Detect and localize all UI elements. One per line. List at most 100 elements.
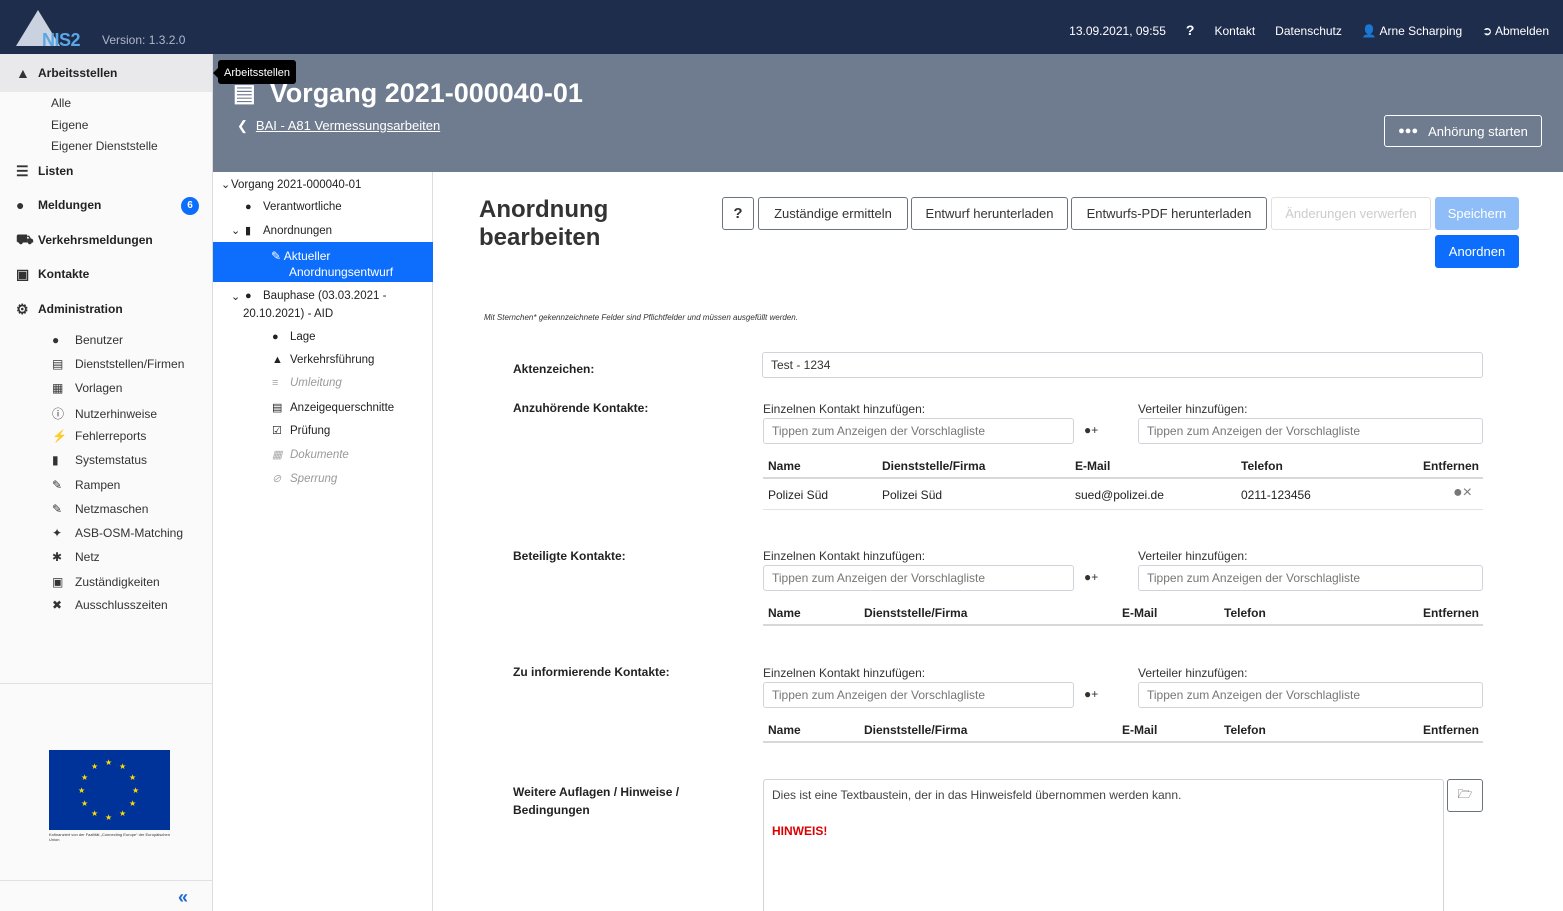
meldungen-count-badge: 6	[181, 197, 199, 215]
sidebar-item-arbeitsstellen[interactable]: ▲ Arbeitsstellen	[16, 63, 117, 83]
sidebar-item-label: Kontakte	[38, 267, 90, 281]
tree-node-verantwortliche[interactable]: ● Verantwortliche	[245, 201, 342, 213]
road-icon: ▲	[272, 354, 283, 366]
page-title-text: Vorgang 2021-000040-01	[269, 78, 583, 108]
sidebar-admin-rampen[interactable]: ✎ Rampen	[52, 478, 120, 492]
app-logo[interactable]: NIS2	[16, 10, 96, 50]
tree-node-pruefung[interactable]: ☑ Prüfung	[272, 424, 330, 438]
aktenzeichen-input[interactable]: Test - 1234	[762, 352, 1483, 378]
remove-user-icon[interactable]: ●×	[1453, 484, 1472, 502]
sidebar-item-verkehrsmeldungen[interactable]: ⛟ Verkehrsmeldungen	[16, 230, 153, 250]
sidebar-item-label: Netzmaschen	[75, 502, 149, 516]
user-menu[interactable]: 👤 Arne Scharping	[1362, 24, 1462, 38]
sidebar-admin-vorlagen[interactable]: ▦ Vorlagen	[52, 381, 122, 395]
tree-node-bauphase[interactable]: ⌄ ● Bauphase (03.03.2021 -	[231, 290, 386, 303]
tree-node-label: Lage	[290, 331, 316, 343]
speech-bubble-icon: ●	[16, 197, 25, 213]
add-user-icon[interactable]: ●+	[1084, 423, 1098, 437]
text-module-button[interactable]: 🗁	[1447, 779, 1483, 812]
chevron-down-icon: ⌄	[221, 179, 231, 191]
edit-icon: ✎	[271, 249, 282, 263]
eu-caption: Kofinanziert von der Fazilität „Connecti…	[49, 832, 170, 842]
sidebar-admin-ausschlusszeiten[interactable]: ✖ Ausschlusszeiten	[52, 598, 168, 612]
add-user-icon[interactable]: ●+	[1084, 687, 1098, 701]
anzuhoerende-distributor-input[interactable]: Tippen zum Anzeigen der Vorschlagliste	[1138, 418, 1483, 444]
download-draft-button[interactable]: Entwurf herunterladen	[911, 197, 1068, 230]
sidebar-admin-benutzer[interactable]: ● Benutzer	[52, 333, 123, 347]
sidebar-item-label: Ausschlusszeiten	[75, 598, 168, 612]
column-header: E-Mail	[1075, 459, 1111, 473]
discard-changes-button[interactable]: Änderungen verwerfen	[1271, 197, 1431, 230]
eu-star-icon: ★	[81, 773, 89, 782]
tree-node-anzeigequerschnitte[interactable]: ▤ Anzeigequerschnitte	[272, 401, 394, 415]
tree-node-anordnungen[interactable]: ⌄ ▮ Anordnungen	[231, 224, 332, 238]
user-name: Arne Scharping	[1379, 24, 1463, 38]
sidebar-divider	[0, 683, 212, 684]
auflagen-label-line1: Weitere Auflagen / Hinweise /	[513, 785, 680, 799]
tree-node-sperrung[interactable]: ⊘ Sperrung	[272, 472, 337, 486]
folder-open-icon: 🗁	[1457, 787, 1473, 801]
current-datetime: 13.09.2021, 09:55	[1069, 24, 1166, 38]
beteiligte-distributor-input[interactable]: Tippen zum Anzeigen der Vorschlagliste	[1138, 565, 1483, 591]
sidebar-subitem-alle[interactable]: Alle	[51, 96, 71, 110]
determine-responsibles-button[interactable]: Zuständige ermitteln	[758, 197, 908, 230]
tree-node-verkehrsfuehrung[interactable]: ▲ Verkehrsführung	[272, 354, 374, 366]
sidebar-item-label: Dienststellen/Firmen	[75, 357, 185, 371]
x-circle-icon: ✖	[52, 598, 63, 612]
add-user-icon[interactable]: ●+	[1084, 570, 1098, 584]
start-hearing-button[interactable]: ●●● Anhörung starten	[1384, 115, 1542, 147]
file-icon: ▦	[52, 381, 64, 395]
sidebar-subitem-eigene[interactable]: Eigene	[51, 118, 88, 132]
tree-node-aktueller-anordnungsentwurf[interactable]: ✎ Aktueller Anordnungsentwurf	[271, 248, 393, 280]
sidebar-admin-nutzerhinweise[interactable]: ⓘ Nutzerhinweise	[52, 405, 157, 422]
logout-link[interactable]: ➲ Abmelden	[1482, 24, 1549, 38]
beteiligte-contact-input[interactable]: Tippen zum Anzeigen der Vorschlagliste	[763, 565, 1074, 591]
save-button[interactable]: Speichern	[1435, 197, 1519, 230]
single-contact-label: Einzelnen Kontakt hinzufügen:	[763, 402, 926, 416]
contact-name: Polizei Süd	[768, 488, 829, 502]
order-button[interactable]: Anordnen	[1435, 235, 1519, 268]
sidebar-admin-fehlerreports[interactable]: ⚡ Fehlerreports	[52, 429, 146, 443]
sidebar-item-listen[interactable]: ☰ Listen	[16, 161, 73, 181]
tree-node-vorgang[interactable]: ⌄ Vorgang 2021-000040-01	[221, 178, 361, 192]
sidebar-admin-zustaendigkeiten[interactable]: ▣ Zuständigkeiten	[52, 575, 160, 589]
sidebar-admin-dienststellen[interactable]: ▤ Dienststellen/Firmen	[52, 357, 184, 371]
sidebar-item-kontakte[interactable]: ▣ Kontakte	[16, 264, 89, 284]
tree-node-umleitung[interactable]: ≡ Umleitung	[272, 377, 342, 389]
sidebar-admin-systemstatus[interactable]: ▮ Systemstatus	[52, 453, 147, 467]
chevron-left-icon: ❮	[237, 118, 248, 133]
sidebar-admin-asb-osm-matching[interactable]: ✦ ASB-OSM-Matching	[52, 526, 183, 540]
eu-star-icon: ★	[105, 813, 113, 822]
sidebar-admin-netz[interactable]: ✱ Netz	[52, 550, 100, 564]
sidebar-item-administration[interactable]: ⚙ Administration	[16, 299, 123, 319]
info-circle-icon: ⓘ	[52, 407, 65, 421]
anzuhoerende-contact-input[interactable]: Tippen zum Anzeigen der Vorschlagliste	[763, 418, 1074, 444]
sidebar-item-label: Rampen	[75, 478, 121, 492]
list-icon: ☰	[16, 162, 29, 179]
help-link[interactable]: ?	[1186, 22, 1195, 38]
informierende-contact-input[interactable]: Tippen zum Anzeigen der Vorschlagliste	[763, 682, 1074, 708]
auflagen-text: Dies ist eine Textbaustein, der in das H…	[772, 788, 1182, 802]
sidebar-admin-netzmaschen[interactable]: ✎ Netzmaschen	[52, 502, 148, 516]
anzuhoerende-table-header: Name Dienststelle/Firma E-Mail Telefon E…	[763, 453, 1483, 479]
privacy-link[interactable]: Datenschutz	[1275, 24, 1342, 38]
sidebar-item-meldungen[interactable]: ● Meldungen	[16, 195, 101, 215]
auflagen-textarea[interactable]: Dies ist eine Textbaustein, der in das H…	[763, 779, 1444, 911]
tree-node-lage[interactable]: ● Lage	[272, 331, 316, 343]
breadcrumb[interactable]: ❮ BAI - A81 Vermessungsarbeiten	[237, 118, 440, 134]
sidebar-subitem-eigener-dienststelle[interactable]: Eigener Dienststelle	[51, 139, 158, 153]
tooltip: Arbeitsstellen	[212, 60, 297, 84]
column-header: Name	[768, 723, 801, 737]
contact-link[interactable]: Kontakt	[1214, 24, 1255, 38]
download-draft-pdf-button[interactable]: Entwurfs-PDF herunterladen	[1071, 197, 1267, 230]
back-link[interactable]: BAI - A81 Vermessungsarbeiten	[256, 118, 440, 133]
building-columns-icon: ▤	[52, 357, 64, 371]
informierende-distributor-input[interactable]: Tippen zum Anzeigen der Vorschlagliste	[1138, 682, 1483, 708]
help-button[interactable]: ?	[722, 197, 754, 230]
collapse-sidebar-icon[interactable]: «	[178, 887, 188, 908]
magic-wand-icon: ✦	[52, 526, 63, 540]
tree-node-dokumente[interactable]: ▦ Dokumente	[272, 448, 349, 462]
eu-star-icon: ★	[132, 786, 140, 795]
column-header: Dienststelle/Firma	[882, 459, 986, 473]
network-icon: ✱	[52, 550, 63, 564]
